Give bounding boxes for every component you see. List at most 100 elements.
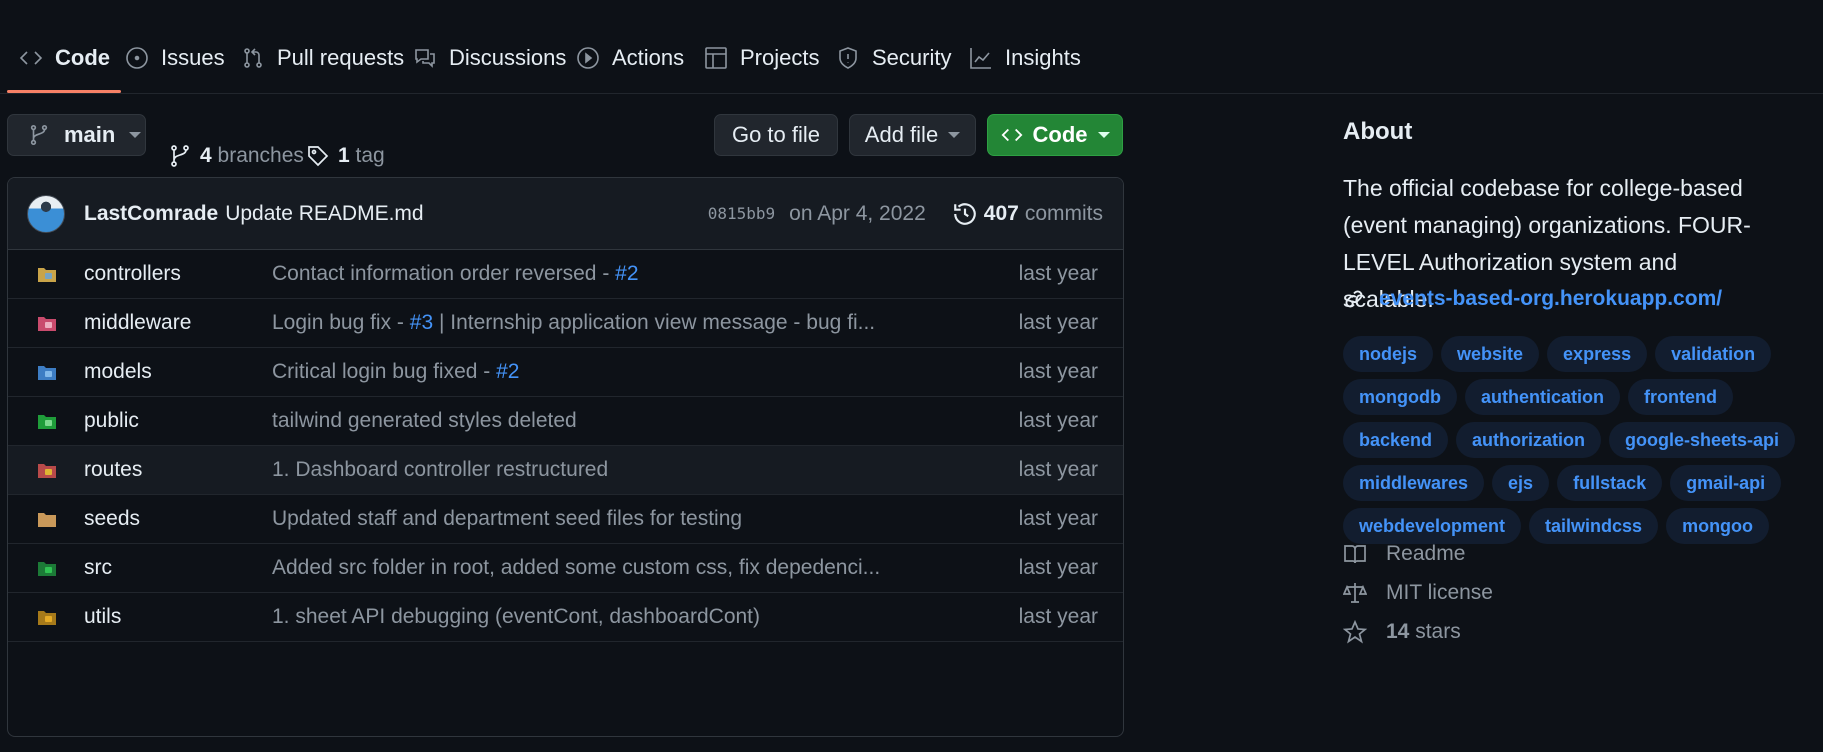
tab-label: Pull requests: [277, 45, 405, 70]
license-link[interactable]: MIT license: [1343, 581, 1493, 605]
topic-tag[interactable]: nodejs: [1343, 336, 1434, 372]
pr-link[interactable]: #2: [615, 262, 638, 285]
latest-commit-bar: LastComrade Update README.md 0815bb9 on …: [8, 178, 1123, 250]
file-name[interactable]: utils: [84, 605, 121, 629]
file-row[interactable]: middleware Login bug fix - #3 | Internsh…: [8, 299, 1123, 348]
topic-tag[interactable]: fullstack: [1557, 465, 1663, 501]
commits-link[interactable]: 407 commits: [952, 201, 1103, 227]
file-row[interactable]: routes 1. Dashboard controller restructu…: [8, 446, 1123, 495]
file-name[interactable]: routes: [84, 458, 142, 482]
topic-tag[interactable]: google-sheets-api: [1609, 422, 1796, 458]
commit-author[interactable]: LastComrade: [84, 202, 218, 226]
file-row[interactable]: public tailwind generated styles deleted…: [8, 397, 1123, 446]
tags-link[interactable]: 1 tag: [306, 140, 385, 172]
file-commit-message[interactable]: Updated staff and department seed files …: [272, 507, 742, 531]
graph-icon: [969, 46, 993, 70]
git-branch-icon: [171, 145, 189, 167]
pr-link[interactable]: #3: [410, 311, 433, 334]
add-file-button[interactable]: Add file: [849, 114, 976, 156]
file-row[interactable]: src Added src folder in root, added some…: [8, 544, 1123, 593]
topic-tag[interactable]: website: [1441, 336, 1540, 372]
tab-actions[interactable]: Actions: [576, 38, 684, 78]
file-name[interactable]: seeds: [84, 507, 140, 531]
topic-tag[interactable]: validation: [1655, 336, 1772, 372]
file-commit-message[interactable]: Contact information order reversed - #2: [272, 262, 639, 286]
book-icon: [1344, 545, 1366, 564]
code-icon: [19, 46, 43, 70]
topic-tag[interactable]: tailwindcss: [1529, 508, 1659, 544]
file-list: controllers Contact information order re…: [8, 250, 1123, 642]
topic-tag[interactable]: backend: [1343, 422, 1449, 458]
topic-tag[interactable]: middlewares: [1343, 465, 1485, 501]
active-tab-indicator: [7, 90, 121, 93]
file-age: last year: [1018, 409, 1098, 432]
file-name[interactable]: public: [84, 409, 139, 433]
file-commit-message[interactable]: Critical login bug fixed - #2: [272, 360, 519, 384]
file-age: last year: [1018, 311, 1098, 334]
folder-icon: [38, 317, 56, 331]
topic-tag[interactable]: mongoo: [1666, 508, 1770, 544]
readme-link[interactable]: Readme: [1343, 542, 1465, 566]
tab-label: Projects: [740, 45, 820, 70]
file-row[interactable]: utils 1. sheet API debugging (eventCont,…: [8, 593, 1123, 642]
tab-security[interactable]: Security: [836, 38, 951, 78]
file-name[interactable]: src: [84, 556, 112, 580]
tag-icon: [308, 146, 329, 167]
tab-projects[interactable]: Projects: [704, 38, 819, 78]
code-button[interactable]: Code: [987, 114, 1123, 156]
link-icon: [1345, 290, 1363, 308]
file-name[interactable]: middleware: [84, 311, 191, 335]
tab-discussions[interactable]: Discussions: [413, 38, 566, 78]
file-commit-message[interactable]: tailwind generated styles deleted: [272, 409, 577, 433]
message-text: | Internship application view message - …: [433, 311, 876, 334]
topic-tag[interactable]: express: [1547, 336, 1648, 372]
file-row[interactable]: controllers Contact information order re…: [8, 250, 1123, 299]
folder-icon: [38, 268, 56, 282]
file-commit-message[interactable]: Added src folder in root, added some cus…: [272, 556, 880, 580]
tab-insights[interactable]: Insights: [969, 38, 1081, 78]
branch-select-button[interactable]: main: [7, 114, 146, 156]
branches-link[interactable]: 4 branches: [168, 140, 304, 172]
file-age: last year: [1018, 605, 1098, 628]
stars-label: stars: [1415, 620, 1461, 643]
commit-sha[interactable]: 0815bb9: [708, 204, 775, 223]
pull-request-icon: [241, 46, 265, 70]
commits-label: commits: [1024, 201, 1103, 225]
homepage-url: events-based-org.herokuapp.com/: [1379, 287, 1723, 310]
tab-code[interactable]: Code: [19, 38, 110, 78]
file-row[interactable]: seeds Updated staff and department seed …: [8, 495, 1123, 544]
file-name[interactable]: models: [84, 360, 152, 384]
tab-label: Discussions: [449, 45, 567, 70]
button-label: Go to file: [731, 122, 821, 147]
file-commit-message[interactable]: 1. sheet API debugging (eventCont, dashb…: [272, 605, 760, 629]
topic-tag[interactable]: gmail-api: [1670, 465, 1782, 501]
homepage-link[interactable]: events-based-org.herokuapp.com/: [1343, 287, 1722, 311]
topic-tag[interactable]: webdevelopment: [1343, 508, 1522, 544]
topic-tag[interactable]: authentication: [1464, 379, 1620, 415]
tab-pull-requests[interactable]: Pull requests: [241, 38, 404, 78]
file-age: last year: [1018, 458, 1098, 481]
commit-message[interactable]: Update README.md: [225, 202, 423, 226]
file-row[interactable]: models Critical login bug fixed - #2 las…: [8, 348, 1123, 397]
message-text: Updated staff and department seed files …: [272, 507, 743, 530]
tab-issues[interactable]: Issues: [125, 38, 225, 78]
topic-tag[interactable]: ejs: [1492, 465, 1550, 501]
file-age: last year: [1018, 556, 1098, 579]
avatar[interactable]: [27, 194, 65, 233]
topic-tag[interactable]: authorization: [1456, 422, 1602, 458]
file-commit-message[interactable]: 1. Dashboard controller restructured: [272, 458, 608, 482]
tab-label: Actions: [612, 45, 685, 70]
star-icon: [1343, 620, 1367, 644]
tags-count: 1: [338, 144, 350, 167]
pr-link[interactable]: #2: [496, 360, 519, 383]
folder-icon: [38, 513, 56, 527]
tags-label: tag: [355, 144, 385, 167]
table-icon: [704, 46, 728, 70]
topic-tag[interactable]: frontend: [1628, 379, 1733, 415]
file-commit-message[interactable]: Login bug fix - #3 | Internship applicat…: [272, 311, 875, 335]
go-to-file-button[interactable]: Go to file: [714, 114, 838, 156]
tab-label: Security: [872, 45, 952, 70]
stars-link[interactable]: 14 stars: [1343, 620, 1461, 644]
file-name[interactable]: controllers: [84, 262, 181, 286]
topic-tag[interactable]: mongodb: [1343, 379, 1457, 415]
